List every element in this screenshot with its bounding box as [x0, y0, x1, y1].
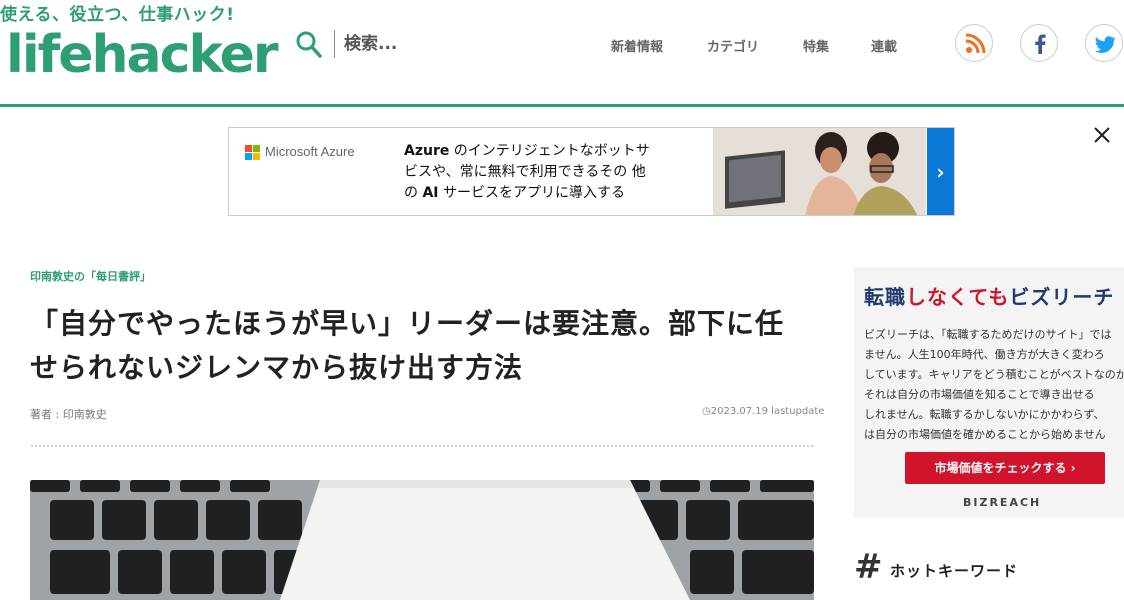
ad-banner[interactable]: Microsoft Azure Azure のインテリジェントなボットサ ビスや… — [228, 127, 955, 216]
article-author[interactable]: 著者 : 印南敦史 — [30, 406, 107, 422]
nav-series[interactable]: 連載 — [871, 36, 897, 55]
sidebar-ad-line: ません。人生100年時代、働き方が大きく変わろ — [864, 348, 1105, 361]
article-date-text: 2023.07.19 lastupdate — [710, 406, 825, 417]
sidebar-ad-line: しています。キャリアをどう積むことがベストなのか — [864, 368, 1124, 381]
microsoft-logo-icon — [245, 145, 261, 161]
ad-next-arrow[interactable]: › — [927, 128, 954, 215]
ad-photo — [713, 128, 926, 215]
article-date: ◷2023.07.19 lastupdate — [702, 406, 824, 417]
rss-icon[interactable] — [955, 24, 993, 62]
nav-latest[interactable]: 新着情報 — [611, 36, 663, 55]
ad-brand: Microsoft Azure — [265, 144, 355, 159]
facebook-icon[interactable] — [1020, 24, 1058, 62]
twitter-icon[interactable] — [1085, 24, 1123, 62]
sidebar-ad-headline-b: しなくても — [906, 285, 1010, 309]
hot-keywords-title: ホットキーワード — [890, 562, 1019, 580]
ad-text-bold-1: Azure — [404, 143, 450, 159]
search-divider — [334, 30, 335, 58]
clock-icon: ◷ — [702, 406, 711, 417]
sidebar-ad-line: それは自分の市場価値を知ることで導き出せる — [864, 388, 1095, 401]
sidebar-ad-brand: BIZREACH — [963, 496, 1042, 509]
sidebar-ad[interactable]: 転職しなくてもビズリーチ ビズリーチは、「転職するためだけのサイト」では ません… — [854, 267, 1124, 518]
ad-text-bold-3: AI — [422, 185, 439, 201]
search-icon[interactable] — [296, 30, 322, 58]
sidebar-ad-body: ビズリーチは、「転職するためだけのサイト」では ません。人生100年時代、働き方… — [864, 325, 1124, 445]
article-title: 「自分でやったほうが早い」リーダーは要注意。部下に任せられないジレンマから抜け出… — [30, 307, 785, 384]
article-category[interactable]: 印南敦史の「毎日書評」 — [30, 268, 151, 284]
search-input[interactable] — [344, 30, 574, 58]
sidebar-ad-line: は自分の市場価値を確かめることから始めません — [864, 428, 1106, 441]
hashtag-icon: # — [854, 547, 883, 587]
ad-text-3: サービスをアプリに導入する — [438, 185, 625, 201]
ad-text-3-prefix: の — [404, 185, 423, 201]
close-icon[interactable] — [1093, 126, 1111, 144]
site-logo[interactable]: lifehacker — [6, 20, 279, 90]
hero-image — [30, 480, 814, 600]
sidebar-ad-headline-c: ビズリーチ — [1009, 285, 1115, 309]
sidebar-ad-headline: 転職しなくてもビズリーチ — [864, 281, 1114, 310]
nav-features[interactable]: 特集 — [803, 36, 829, 55]
ad-text: Azure のインテリジェントなボットサ ビスや、常に無料で利用できるその 他 … — [404, 141, 704, 204]
check-market-value-button[interactable]: 市場価値をチェックする › — [905, 452, 1105, 484]
ad-text-1: のインテリジェントなボットサ — [449, 143, 650, 159]
sidebar-ad-headline-a: 転職 — [864, 285, 906, 309]
divider — [30, 444, 814, 448]
sidebar-ad-line: しれません。転職するかしないかにかかわらず、 — [864, 408, 1105, 421]
site-header: 使える、役立つ、仕事ハック! lifehacker 新着情報 カテゴリ 特集 連… — [0, 0, 1124, 107]
sidebar-ad-line: ビズリーチは、「転職するためだけのサイト」では — [864, 328, 1112, 341]
nav-category[interactable]: カテゴリ — [707, 36, 759, 55]
ad-text-2: ビスや、常に無料で利用できるその 他 — [404, 164, 646, 180]
